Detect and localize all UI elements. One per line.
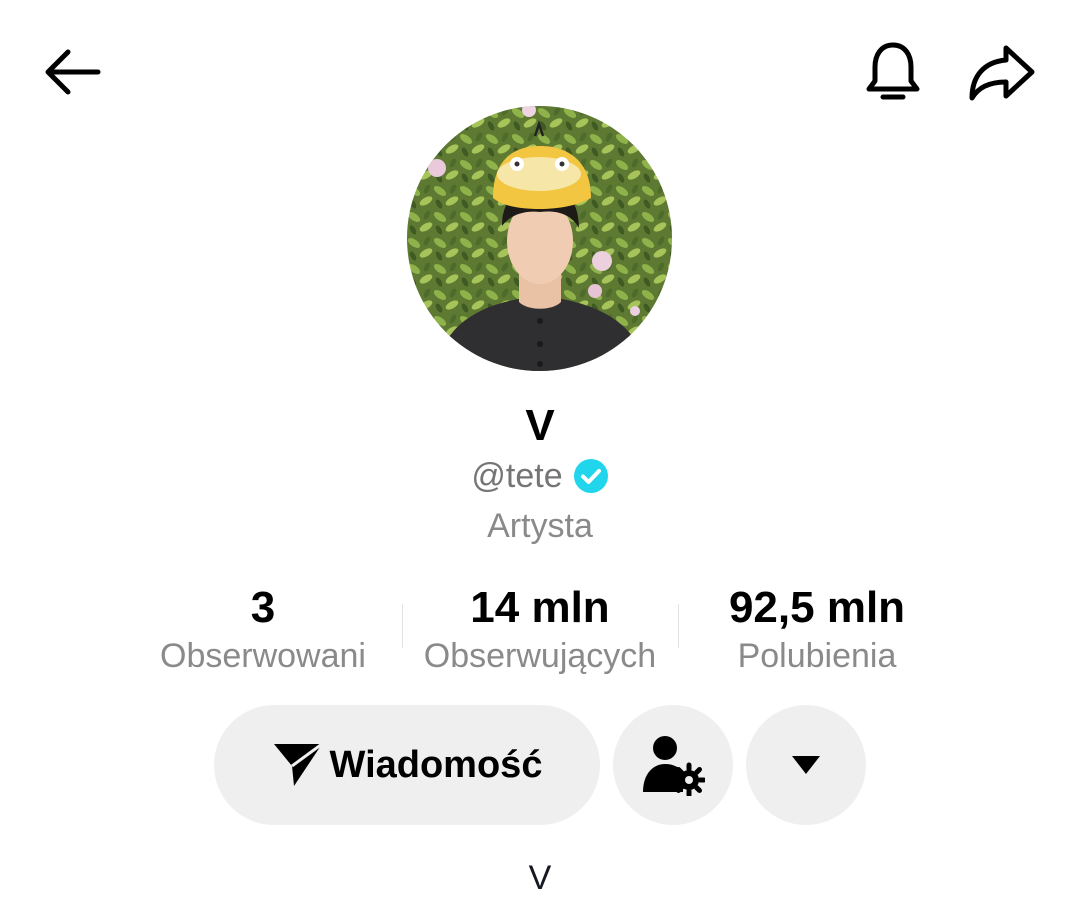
followers-stat[interactable]: 14 mln Obserwujących — [405, 580, 675, 676]
profile-photo — [407, 106, 672, 371]
likes-stat[interactable]: 92,5 mln Polubienia — [697, 580, 937, 676]
following-count: 3 — [250, 583, 276, 632]
send-icon — [273, 742, 323, 786]
username-handle: @tete — [471, 457, 563, 495]
share-button[interactable] — [964, 40, 1040, 104]
following-stat[interactable]: 3 Obserwowani — [143, 580, 383, 676]
likes-count: 92,5 mln — [728, 583, 906, 632]
back-button[interactable] — [36, 42, 106, 102]
notifications-button[interactable] — [858, 38, 928, 106]
user-settings-button[interactable] — [613, 705, 733, 825]
more-options-button[interactable] — [746, 705, 866, 825]
message-button[interactable]: Wiadomość — [214, 705, 600, 825]
display-name: V — [525, 401, 555, 450]
likes-label: Polubienia — [737, 637, 897, 675]
message-button-label: Wiadomość — [329, 743, 543, 786]
triangle-down-icon — [792, 756, 820, 774]
stats-row: 3 Obserwowani 14 mln Obserwujących 92,5 … — [0, 580, 1080, 680]
followers-count: 14 mln — [470, 583, 610, 632]
followers-label: Obserwujących — [423, 637, 657, 675]
bell-icon — [866, 42, 920, 100]
profile-category: Artysta — [487, 507, 593, 545]
user-settings-icon — [643, 736, 705, 796]
following-label: Obserwowani — [160, 637, 366, 675]
bio-text: V — [528, 859, 552, 897]
arrow-left-icon — [45, 49, 101, 95]
handle-row: @tete — [0, 452, 1080, 500]
share-arrow-icon — [969, 45, 1035, 101]
stats-divider — [678, 604, 679, 648]
stats-divider — [402, 604, 403, 648]
avatar[interactable] — [407, 106, 672, 371]
verified-badge-icon — [573, 459, 608, 493]
